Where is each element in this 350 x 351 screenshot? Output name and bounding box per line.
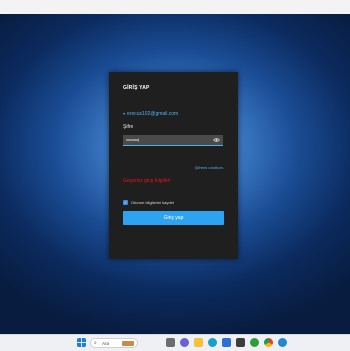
- remember-me[interactable]: ✓ Oturum bilgilerini kaydet: [123, 199, 174, 205]
- app-icon[interactable]: [278, 338, 287, 347]
- password-label: Şifre: [123, 124, 134, 130]
- forgot-password-link[interactable]: Şifremi unuttum.: [195, 165, 224, 170]
- file-explorer-icon[interactable]: [194, 338, 203, 347]
- account-email: erecus102@gmail.com: [127, 111, 179, 117]
- search-icon: ⌕: [94, 340, 97, 346]
- xbox-icon[interactable]: [250, 338, 259, 347]
- search-placeholder: Ara: [102, 340, 110, 346]
- calculator-icon[interactable]: [236, 338, 245, 347]
- chat-icon[interactable]: [180, 338, 189, 347]
- error-message: Geçersiz giriş bilgileri: [123, 178, 171, 184]
- login-button[interactable]: Giriş yap: [123, 211, 224, 225]
- top-strip: [0, 0, 350, 14]
- task-view-icon[interactable]: [166, 338, 175, 347]
- login-dialog: GİRİŞ YAP ▾ erecus102@gmail.com Şifre •••…: [109, 72, 238, 259]
- account-selector[interactable]: ▾ erecus102@gmail.com: [123, 111, 178, 117]
- password-value: •••••••••••|: [126, 137, 139, 142]
- dialog-title: GİRİŞ YAP: [123, 85, 150, 91]
- windows-start-icon[interactable]: [77, 338, 86, 347]
- store-icon[interactable]: [222, 338, 231, 347]
- remember-checkbox[interactable]: ✓: [123, 199, 128, 205]
- search-highlight-icon: [122, 340, 134, 346]
- chevron-down-icon: ▾: [123, 111, 126, 116]
- edge-icon[interactable]: [208, 338, 217, 347]
- password-field[interactable]: •••••••••••|: [123, 135, 223, 146]
- taskbar: ⌕ Ara: [0, 334, 350, 351]
- taskbar-search[interactable]: ⌕ Ara: [90, 338, 138, 348]
- show-password-icon[interactable]: [213, 137, 220, 143]
- remember-label: Oturum bilgilerini kaydet: [131, 199, 174, 205]
- chrome-icon[interactable]: [264, 338, 273, 347]
